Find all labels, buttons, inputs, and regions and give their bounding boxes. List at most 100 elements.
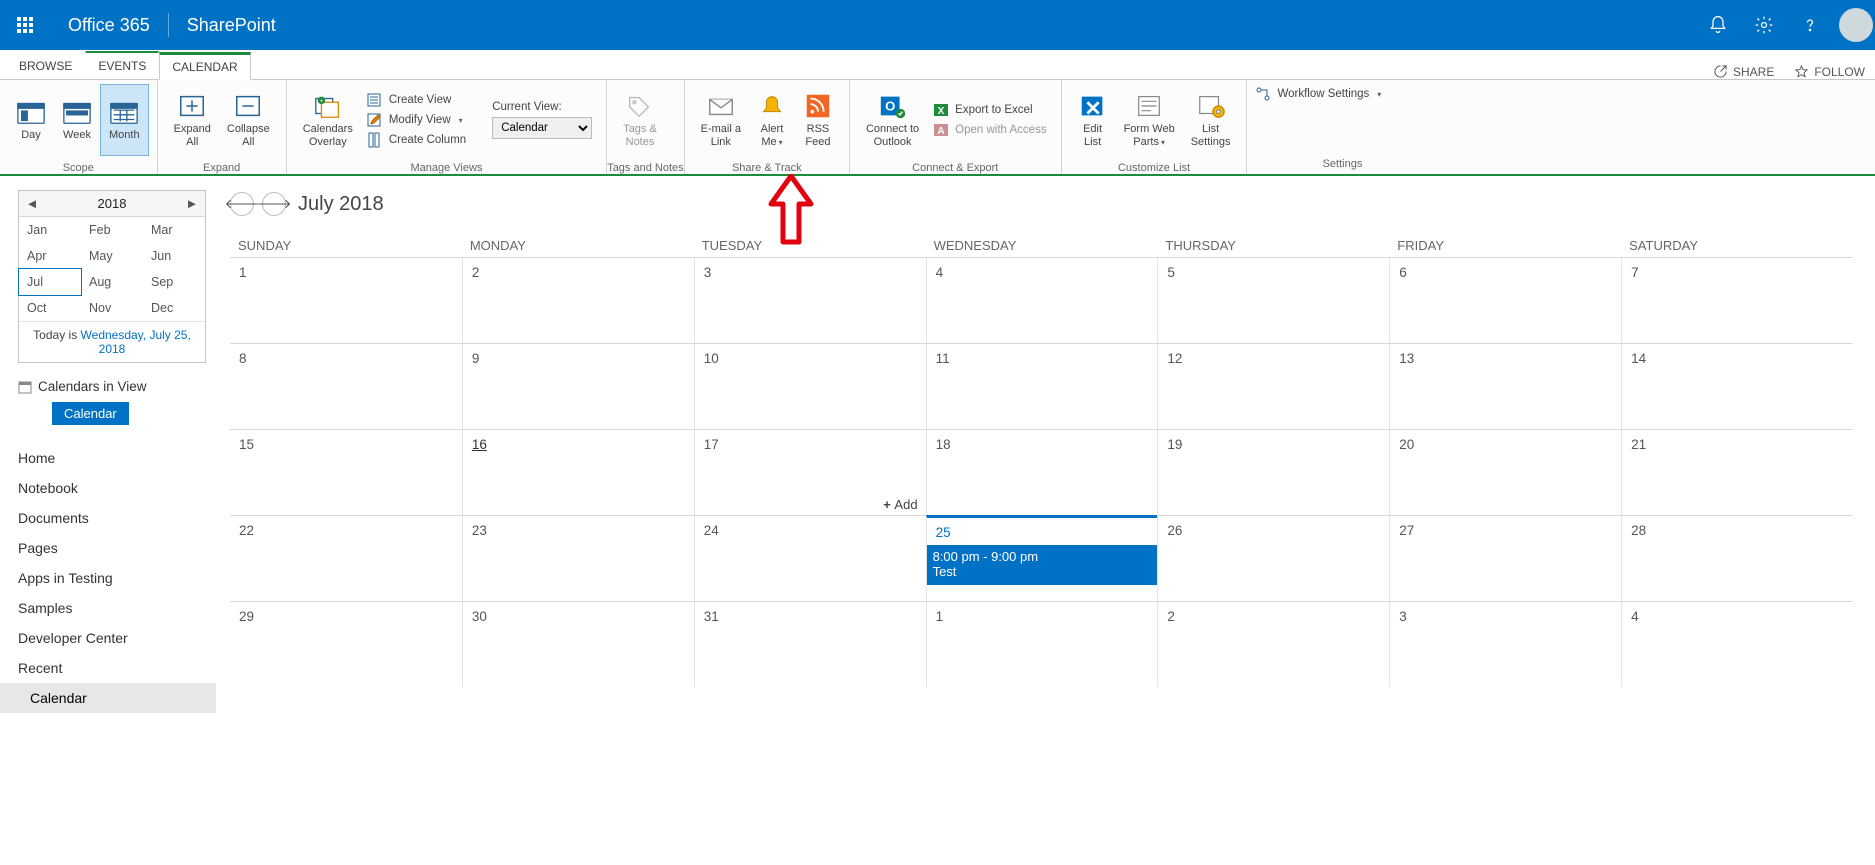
day-cell[interactable]: 1 — [926, 602, 1158, 687]
day-cell[interactable]: 8 — [230, 344, 462, 429]
day-cell[interactable]: 9 — [462, 344, 694, 429]
day-cell[interactable]: 19 — [1157, 430, 1389, 515]
day-cell[interactable]: 4 — [926, 258, 1158, 343]
day-cell[interactable]: 2 — [462, 258, 694, 343]
mini-month-oct[interactable]: Oct — [19, 295, 81, 321]
nav-home[interactable]: Home — [18, 443, 206, 473]
day-cell[interactable]: 22 — [230, 516, 462, 601]
calendar-event[interactable]: 8:00 pm - 9:00 pmTest — [927, 545, 1158, 585]
day-cell[interactable]: 7 — [1621, 258, 1853, 343]
day-cell[interactable]: 20 — [1389, 430, 1621, 515]
help-button[interactable] — [1787, 0, 1833, 50]
open-access-button[interactable]: AOpen with Access — [933, 122, 1046, 138]
day-cell[interactable]: 18 — [926, 430, 1158, 515]
day-cell[interactable]: 2 — [1157, 602, 1389, 687]
day-cell[interactable]: 23 — [462, 516, 694, 601]
nav-recent[interactable]: Recent — [18, 653, 206, 683]
create-view-button[interactable]: Create View — [367, 92, 466, 108]
share-button[interactable]: SHARE — [1703, 64, 1784, 79]
mini-month-aug[interactable]: Aug — [81, 269, 143, 295]
nav-documents[interactable]: Documents — [18, 503, 206, 533]
day-cell[interactable]: 1 — [230, 258, 462, 343]
mini-month-dec[interactable]: Dec — [143, 295, 205, 321]
workflow-settings-button[interactable]: Workflow Settings▾ — [1255, 86, 1381, 102]
user-avatar[interactable] — [1839, 8, 1873, 42]
day-cell[interactable]: 24 — [694, 516, 926, 601]
calendars-overlay-button[interactable]: +Calendars Overlay — [295, 84, 361, 156]
mini-month-may[interactable]: May — [81, 243, 143, 269]
day-cell[interactable]: 3 — [694, 258, 926, 343]
connect-outlook-button[interactable]: OConnect to Outlook — [858, 84, 927, 156]
modify-view-button[interactable]: Modify View▾ — [367, 112, 466, 128]
nav-pages[interactable]: Pages — [18, 533, 206, 563]
svg-text:O: O — [885, 99, 895, 114]
follow-button[interactable]: FOLLOW — [1784, 64, 1875, 79]
edit-list-button[interactable]: Edit List — [1070, 84, 1116, 156]
mini-today-link[interactable]: Wednesday, July 25, 2018 — [81, 328, 191, 356]
mini-next-button[interactable]: ► — [179, 196, 205, 211]
prev-month-button[interactable]: 🡐 — [230, 192, 254, 216]
day-cell[interactable]: 26 — [1157, 516, 1389, 601]
day-cell[interactable]: 258:00 pm - 9:00 pmTest — [926, 515, 1158, 601]
mini-month-jul[interactable]: Jul — [18, 268, 82, 296]
workflow-settings-label: Workflow Settings — [1277, 88, 1369, 100]
form-web-parts-button[interactable]: Form Web Parts▾ — [1116, 84, 1183, 156]
mini-month-mar[interactable]: Mar — [143, 217, 205, 243]
create-column-button[interactable]: Create Column — [367, 132, 466, 148]
mini-month-nov[interactable]: Nov — [81, 295, 143, 321]
mini-month-feb[interactable]: Feb — [81, 217, 143, 243]
scope-week-button[interactable]: Week — [54, 84, 100, 156]
day-cell[interactable]: 5 — [1157, 258, 1389, 343]
day-cell[interactable]: 15 — [230, 430, 462, 515]
day-cell[interactable]: 14 — [1621, 344, 1853, 429]
nav-calendar[interactable]: Calendar — [0, 683, 216, 713]
day-cell[interactable]: 17Add — [694, 430, 926, 515]
scope-month-button[interactable]: Month — [100, 84, 149, 156]
day-cell[interactable]: 29 — [230, 602, 462, 687]
email-link-button[interactable]: E-mail a Link — [693, 84, 749, 156]
nav-samples[interactable]: Samples — [18, 593, 206, 623]
tags-notes-button[interactable]: Tags & Notes — [615, 84, 665, 156]
settings-button[interactable] — [1741, 0, 1787, 50]
rss-feed-button[interactable]: RSS Feed — [795, 84, 841, 156]
mini-month-apr[interactable]: Apr — [19, 243, 81, 269]
mini-month-jun[interactable]: Jun — [143, 243, 205, 269]
day-cell[interactable]: 28 — [1621, 516, 1853, 601]
day-cell[interactable]: 27 — [1389, 516, 1621, 601]
mini-month-jan[interactable]: Jan — [19, 217, 81, 243]
day-cell[interactable]: 21 — [1621, 430, 1853, 515]
nav-developer-center[interactable]: Developer Center — [18, 623, 206, 653]
calendar-header: 🡐 🡒 July 2018 — [230, 192, 1853, 216]
day-cell[interactable]: 31 — [694, 602, 926, 687]
day-cell[interactable]: 30 — [462, 602, 694, 687]
list-settings-button[interactable]: List Settings — [1183, 84, 1239, 156]
day-cell[interactable]: 6 — [1389, 258, 1621, 343]
notifications-button[interactable] — [1695, 0, 1741, 50]
nav-apps-in-testing[interactable]: Apps in Testing — [18, 563, 206, 593]
suite-product-title[interactable]: Office 365 — [50, 15, 168, 36]
tab-events[interactable]: EVENTS — [85, 51, 159, 79]
day-cell[interactable]: 16 — [462, 430, 694, 515]
collapse-all-button[interactable]: Collapse All — [219, 84, 278, 156]
day-cell[interactable]: 3 — [1389, 602, 1621, 687]
expand-all-button[interactable]: Expand All — [166, 84, 219, 156]
day-cell[interactable]: 10 — [694, 344, 926, 429]
scope-day-button[interactable]: Day — [8, 84, 54, 156]
nav-notebook[interactable]: Notebook — [18, 473, 206, 503]
app-launcher[interactable] — [0, 0, 50, 50]
calendars-in-view-item[interactable]: Calendar — [52, 402, 129, 425]
day-cell[interactable]: 4 — [1621, 602, 1853, 687]
mini-month-sep[interactable]: Sep — [143, 269, 205, 295]
current-view-select[interactable]: Calendar — [492, 117, 592, 139]
day-cell[interactable]: 12 — [1157, 344, 1389, 429]
mini-prev-button[interactable]: ◄ — [19, 196, 45, 211]
tab-calendar[interactable]: CALENDAR — [159, 52, 250, 80]
alert-me-button[interactable]: Alert Me▾ — [749, 84, 795, 156]
add-event-button[interactable]: Add — [883, 497, 917, 512]
next-month-button[interactable]: 🡒 — [262, 192, 286, 216]
day-cell[interactable]: 13 — [1389, 344, 1621, 429]
day-cell[interactable]: 11 — [926, 344, 1158, 429]
export-excel-button[interactable]: XExport to Excel — [933, 102, 1046, 118]
suite-app-name[interactable]: SharePoint — [169, 15, 294, 36]
tab-browse[interactable]: BROWSE — [6, 51, 85, 79]
